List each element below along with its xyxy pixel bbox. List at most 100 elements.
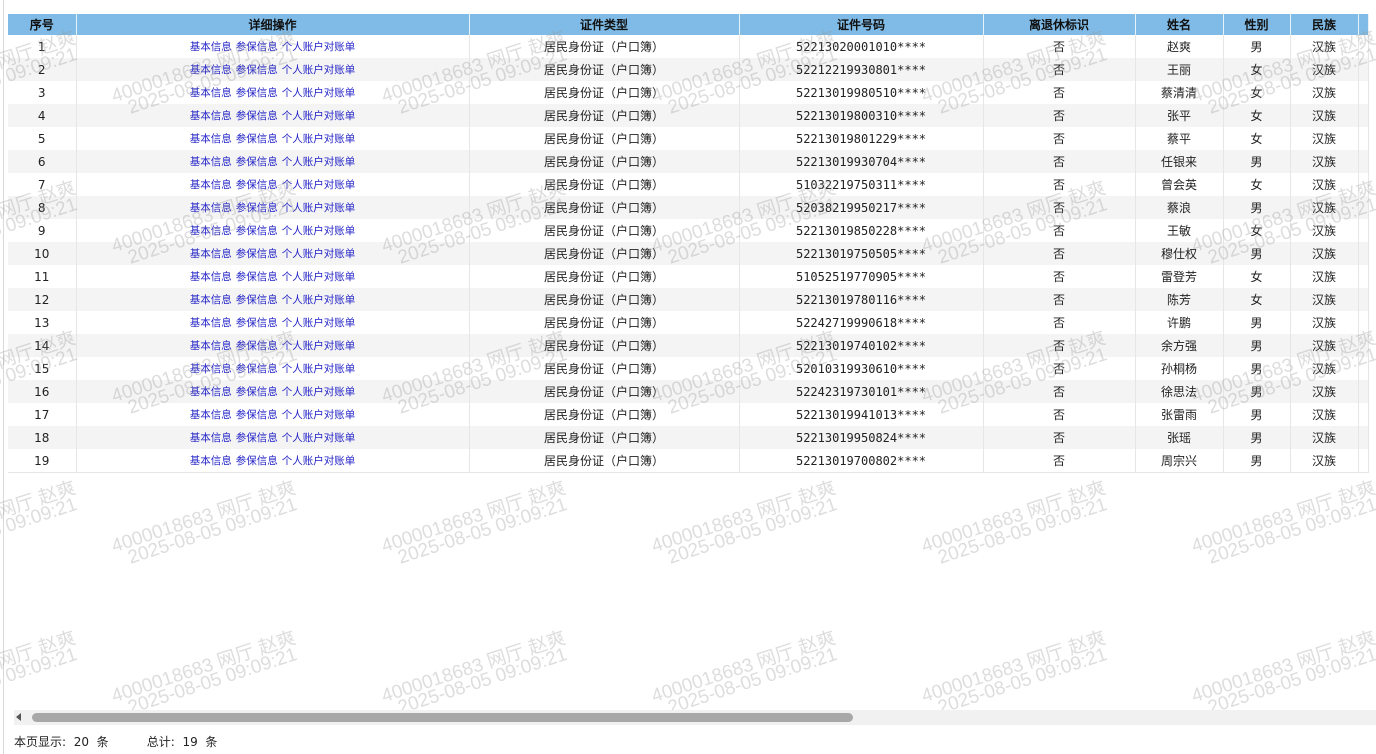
table-row[interactable]: 3 基本信息 参保信息 个人账户对账单 居民身份证（户口簿） 52213019980510… — [8, 81, 1369, 104]
insurance-info-link[interactable]: 参保信息 — [236, 294, 278, 306]
account-statement-link[interactable]: 个人账户对账单 — [282, 87, 356, 99]
basic-info-link[interactable]: 基本信息 — [190, 64, 232, 76]
table-row[interactable]: 12 基本信息 参保信息 个人账户对账单 居民身份证（户口簿） 5221301978011… — [8, 288, 1369, 311]
row-id-type-cell: 居民身份证（户口簿） — [469, 150, 740, 173]
account-statement-link[interactable]: 个人账户对账单 — [282, 110, 356, 122]
col-header-name[interactable]: 姓名 — [1135, 14, 1224, 35]
insurance-info-link[interactable]: 参保信息 — [236, 409, 278, 421]
row-gender-cell: 男 — [1223, 311, 1291, 334]
account-statement-link[interactable]: 个人账户对账单 — [282, 41, 356, 53]
insurance-info-link[interactable]: 参保信息 — [236, 156, 278, 168]
insurance-info-link[interactable]: 参保信息 — [236, 179, 278, 191]
insurance-info-link[interactable]: 参保信息 — [236, 41, 278, 53]
basic-info-link[interactable]: 基本信息 — [190, 133, 232, 145]
basic-info-link[interactable]: 基本信息 — [190, 248, 232, 260]
grid-viewport[interactable]: 序号 详细操作 证件类型 证件号码 离退休标识 姓名 性别 民族 1 基本信息 参保… — [0, 14, 1376, 714]
table-row[interactable]: 17 基本信息 参保信息 个人账户对账单 居民身份证（户口簿） 5221301994101… — [8, 403, 1369, 426]
account-statement-link[interactable]: 个人账户对账单 — [282, 202, 356, 214]
insurance-info-link[interactable]: 参保信息 — [236, 317, 278, 329]
basic-info-link[interactable]: 基本信息 — [190, 41, 232, 53]
row-id-number-cell: 51032219750311**** — [739, 173, 984, 196]
table-row[interactable]: 13 基本信息 参保信息 个人账户对账单 居民身份证（户口簿） 5224271999061… — [8, 311, 1369, 334]
basic-info-link[interactable]: 基本信息 — [190, 294, 232, 306]
table-row[interactable]: 1 基本信息 参保信息 个人账户对账单 居民身份证（户口簿） 52213020001010… — [8, 35, 1369, 58]
row-id-type-cell: 居民身份证（户口簿） — [469, 81, 740, 104]
table-row[interactable]: 6 基本信息 参保信息 个人账户对账单 居民身份证（户口簿） 52213019930704… — [8, 150, 1369, 173]
basic-info-link[interactable]: 基本信息 — [190, 409, 232, 421]
basic-info-link[interactable]: 基本信息 — [190, 156, 232, 168]
row-retired-flag-cell: 否 — [983, 380, 1136, 403]
table-row[interactable]: 9 基本信息 参保信息 个人账户对账单 居民身份证（户口簿） 52213019850228… — [8, 219, 1369, 242]
insurance-info-link[interactable]: 参保信息 — [236, 340, 278, 352]
account-statement-link[interactable]: 个人账户对账单 — [282, 432, 356, 444]
insurance-info-link[interactable]: 参保信息 — [236, 271, 278, 283]
col-header-id-number[interactable]: 证件号码 — [739, 14, 984, 35]
row-id-number-cell: 52213019850228**** — [739, 219, 984, 242]
table-row[interactable]: 15 基本信息 参保信息 个人账户对账单 居民身份证（户口簿） 5201031993061… — [8, 357, 1369, 380]
col-header-gender[interactable]: 性别 — [1223, 14, 1291, 35]
table-row[interactable]: 11 基本信息 参保信息 个人账户对账单 居民身份证（户口簿） 5105251977090… — [8, 265, 1369, 288]
basic-info-link[interactable]: 基本信息 — [190, 271, 232, 283]
table-row[interactable]: 8 基本信息 参保信息 个人账户对账单 居民身份证（户口簿） 52038219950217… — [8, 196, 1369, 219]
table-row[interactable]: 16 基本信息 参保信息 个人账户对账单 居民身份证（户口簿） 5224231973010… — [8, 380, 1369, 403]
row-gender-cell: 女 — [1223, 265, 1291, 288]
row-retired-flag-cell: 否 — [983, 403, 1136, 426]
col-header-id-type[interactable]: 证件类型 — [469, 14, 740, 35]
insurance-info-link[interactable]: 参保信息 — [236, 225, 278, 237]
basic-info-link[interactable]: 基本信息 — [190, 87, 232, 99]
account-statement-link[interactable]: 个人账户对账单 — [282, 455, 356, 467]
basic-info-link[interactable]: 基本信息 — [190, 179, 232, 191]
insurance-info-link[interactable]: 参保信息 — [236, 248, 278, 260]
scroll-left-arrow-icon[interactable] — [16, 713, 21, 721]
table-row[interactable]: 7 基本信息 参保信息 个人账户对账单 居民身份证（户口簿） 51032219750311… — [8, 173, 1369, 196]
col-header-retired-flag[interactable]: 离退休标识 — [983, 14, 1136, 35]
account-statement-link[interactable]: 个人账户对账单 — [282, 294, 356, 306]
insurance-info-link[interactable]: 参保信息 — [236, 432, 278, 444]
basic-info-link[interactable]: 基本信息 — [190, 386, 232, 398]
table-row[interactable]: 10 基本信息 参保信息 个人账户对账单 居民身份证（户口簿） 5221301975050… — [8, 242, 1369, 265]
account-statement-link[interactable]: 个人账户对账单 — [282, 340, 356, 352]
insurance-info-link[interactable]: 参保信息 — [236, 202, 278, 214]
scrollbar-thumb[interactable] — [32, 713, 853, 722]
col-header-operations[interactable]: 详细操作 — [76, 14, 470, 35]
table-row[interactable]: 2 基本信息 参保信息 个人账户对账单 居民身份证（户口簿） 52212219930801… — [8, 58, 1369, 81]
col-header-ethnicity[interactable]: 民族 — [1290, 14, 1359, 35]
basic-info-link[interactable]: 基本信息 — [190, 432, 232, 444]
basic-info-link[interactable]: 基本信息 — [190, 225, 232, 237]
account-statement-link[interactable]: 个人账户对账单 — [282, 225, 356, 237]
row-name-cell: 蔡清清 — [1135, 81, 1224, 104]
basic-info-link[interactable]: 基本信息 — [190, 340, 232, 352]
account-statement-link[interactable]: 个人账户对账单 — [282, 409, 356, 421]
table-row[interactable]: 14 基本信息 参保信息 个人账户对账单 居民身份证（户口簿） 5221301974010… — [8, 334, 1369, 357]
insurance-info-link[interactable]: 参保信息 — [236, 133, 278, 145]
basic-info-link[interactable]: 基本信息 — [190, 110, 232, 122]
basic-info-link[interactable]: 基本信息 — [190, 363, 232, 375]
table-row[interactable]: 18 基本信息 参保信息 个人账户对账单 居民身份证（户口簿） 5221301995082… — [8, 426, 1369, 449]
insurance-info-link[interactable]: 参保信息 — [236, 363, 278, 375]
row-gender-cell: 男 — [1223, 196, 1291, 219]
insurance-info-link[interactable]: 参保信息 — [236, 110, 278, 122]
row-operations-cell: 基本信息 参保信息 个人账户对账单 — [76, 127, 470, 150]
col-header-no[interactable]: 序号 — [8, 14, 77, 35]
table-row[interactable]: 19 基本信息 参保信息 个人账户对账单 居民身份证（户口簿） 5221301970080… — [8, 449, 1369, 473]
account-statement-link[interactable]: 个人账户对账单 — [282, 271, 356, 283]
account-statement-link[interactable]: 个人账户对账单 — [282, 363, 356, 375]
horizontal-scrollbar[interactable] — [14, 710, 1376, 725]
account-statement-link[interactable]: 个人账户对账单 — [282, 156, 356, 168]
insurance-info-link[interactable]: 参保信息 — [236, 455, 278, 467]
account-statement-link[interactable]: 个人账户对账单 — [282, 133, 356, 145]
row-id-number-cell: 52213019740102**** — [739, 334, 984, 357]
table-row[interactable]: 4 基本信息 参保信息 个人账户对账单 居民身份证（户口簿） 52213019800310… — [8, 104, 1369, 127]
account-statement-link[interactable]: 个人账户对账单 — [282, 317, 356, 329]
insurance-info-link[interactable]: 参保信息 — [236, 87, 278, 99]
table-row[interactable]: 5 基本信息 参保信息 个人账户对账单 居民身份证（户口簿） 52213019801229… — [8, 127, 1369, 150]
account-statement-link[interactable]: 个人账户对账单 — [282, 179, 356, 191]
account-statement-link[interactable]: 个人账户对账单 — [282, 248, 356, 260]
insurance-info-link[interactable]: 参保信息 — [236, 386, 278, 398]
account-statement-link[interactable]: 个人账户对账单 — [282, 386, 356, 398]
basic-info-link[interactable]: 基本信息 — [190, 202, 232, 214]
account-statement-link[interactable]: 个人账户对账单 — [282, 64, 356, 76]
insurance-info-link[interactable]: 参保信息 — [236, 64, 278, 76]
basic-info-link[interactable]: 基本信息 — [190, 317, 232, 329]
basic-info-link[interactable]: 基本信息 — [190, 455, 232, 467]
